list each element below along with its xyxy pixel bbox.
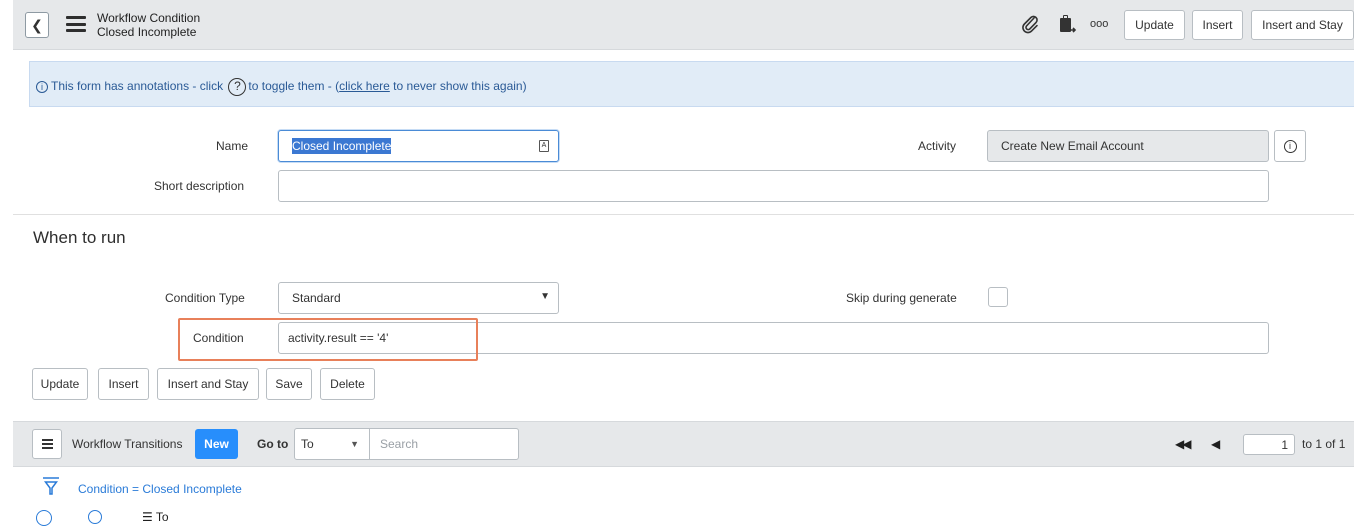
hamburger-menu-icon xyxy=(41,439,53,449)
annotation-banner: i This form has annotations - click ? to t… xyxy=(29,61,1354,107)
condition-type-label: Condition Type xyxy=(165,291,245,305)
gear-icon[interactable] xyxy=(36,510,52,526)
record-display-value: Closed Incomplete xyxy=(97,25,197,39)
activity-info-button[interactable]: i xyxy=(1274,130,1306,162)
previous-page-icon[interactable]: ◀ xyxy=(1211,437,1220,451)
more-options-icon[interactable]: ooo xyxy=(1090,18,1108,30)
section-divider xyxy=(13,214,1354,215)
goto-field-value: To xyxy=(301,437,314,451)
condition-type-select[interactable]: Standard ▼ xyxy=(278,282,559,314)
column-header-to[interactable]: ☰ To xyxy=(142,510,169,524)
chevron-left-icon: ❮ xyxy=(31,16,43,33)
update-button-bottom[interactable]: Update xyxy=(32,368,88,400)
column-header-label: To xyxy=(155,510,169,524)
clipboard-icon[interactable] xyxy=(1059,14,1077,41)
column-menu-icon: ☰ xyxy=(142,510,153,524)
name-field[interactable]: Closed Incomplete A xyxy=(278,130,559,162)
record-type-title: Workflow Condition xyxy=(97,11,201,25)
goto-field-select[interactable]: To ▼ xyxy=(294,428,370,460)
condition-highlight-box xyxy=(178,318,478,361)
delete-button[interactable]: Delete xyxy=(320,368,375,400)
section-title: When to run xyxy=(33,228,126,247)
condition-type-value: Standard xyxy=(292,291,341,305)
back-button[interactable]: ❮ xyxy=(25,12,49,38)
dropdown-arrow-icon: ▼ xyxy=(350,439,359,449)
related-list-bar: Workflow Transitions New Go to To ▼ Sear… xyxy=(13,421,1354,467)
new-button[interactable]: New xyxy=(195,429,238,459)
update-button[interactable]: Update xyxy=(1124,10,1185,40)
suggestion-icon[interactable]: A xyxy=(539,140,549,152)
banner-prefix: This form has annotations - click xyxy=(51,79,224,94)
filter-icon[interactable] xyxy=(42,476,60,499)
banner-message: i This form has annotations - click ? to t… xyxy=(36,78,527,96)
hamburger-menu-icon[interactable] xyxy=(66,16,86,32)
page-range-text: to 1 of 1 xyxy=(1302,437,1346,451)
insert-and-stay-button-bottom[interactable]: Insert and Stay xyxy=(157,368,259,400)
banner-middle: to toggle them - ( xyxy=(248,79,340,94)
insert-button-bottom[interactable]: Insert xyxy=(98,368,149,400)
paperclip-icon[interactable] xyxy=(1021,14,1039,39)
dropdown-arrow-icon: ▼ xyxy=(540,291,550,302)
insert-button[interactable]: Insert xyxy=(1192,10,1243,40)
activity-field[interactable]: Create New Email Account xyxy=(987,130,1269,162)
search-icon[interactable] xyxy=(88,510,102,524)
name-value: Closed Incomplete xyxy=(292,138,392,154)
short-description-label: Short description xyxy=(154,179,245,193)
info-icon: i xyxy=(1283,139,1297,153)
goto-label: Go to xyxy=(257,437,289,451)
page-number-input[interactable]: 1 xyxy=(1243,434,1295,455)
form-header: ❮ Workflow Condition Closed Incomplete o… xyxy=(13,0,1354,50)
search-placeholder: Search xyxy=(380,437,419,451)
question-mark-icon[interactable]: ? xyxy=(228,78,247,96)
skip-during-generate-checkbox[interactable] xyxy=(988,287,1008,307)
list-search-input[interactable]: Search xyxy=(369,428,519,460)
info-icon: i xyxy=(36,81,48,93)
save-button[interactable]: Save xyxy=(266,368,312,400)
related-list-title: Workflow Transitions xyxy=(72,437,183,451)
first-page-icon[interactable]: ◀◀ xyxy=(1175,437,1192,451)
click-here-link[interactable]: click here xyxy=(339,79,390,93)
list-menu-button[interactable] xyxy=(32,429,62,459)
filter-breadcrumb-link[interactable]: Condition = Closed Incomplete xyxy=(78,482,242,496)
name-label: Name xyxy=(216,139,249,153)
short-description-field[interactable] xyxy=(278,170,1269,202)
skip-during-generate-label: Skip during generate xyxy=(846,291,957,305)
activity-label: Activity xyxy=(918,139,957,153)
banner-suffix: to never show this again) xyxy=(393,79,527,94)
insert-and-stay-button[interactable]: Insert and Stay xyxy=(1251,10,1354,40)
